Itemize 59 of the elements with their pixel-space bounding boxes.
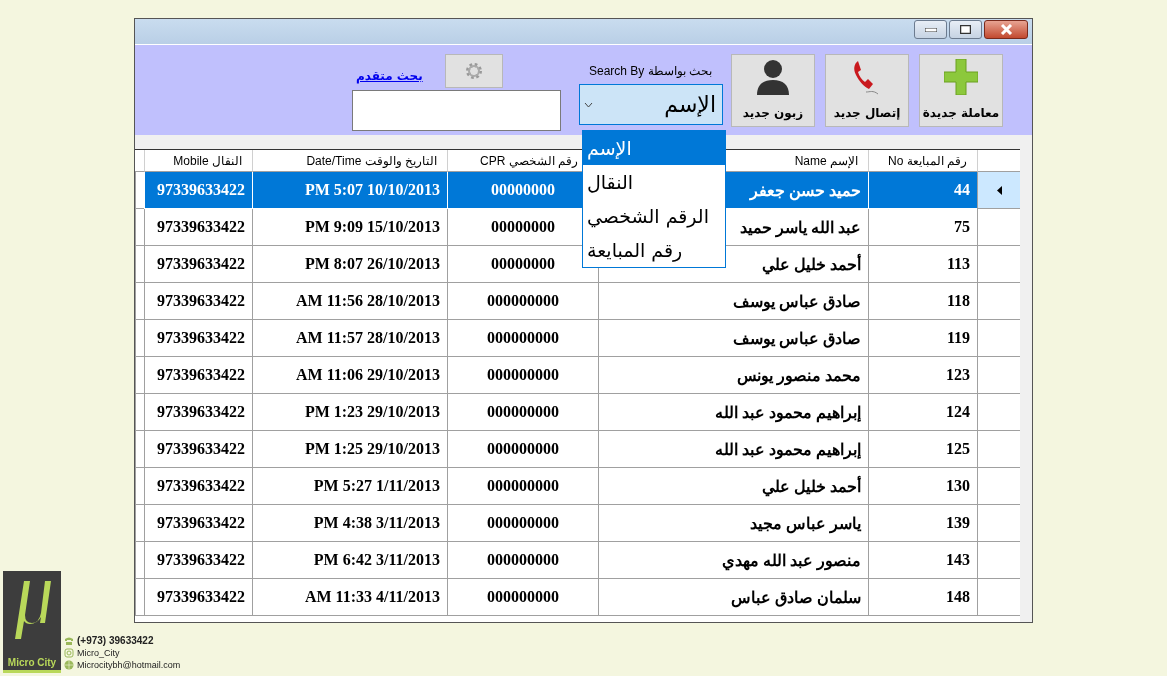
table-cell: AM 11:33 4/11/2013 [252, 579, 447, 616]
table-cell: 97339633422 [144, 283, 252, 320]
table-cell: 97339633422 [144, 542, 252, 579]
table-cell: 97339633422 [144, 431, 252, 468]
contact-text: Micro_City [77, 647, 120, 658]
table-cell: 139 [868, 505, 977, 542]
table-cell: 97339633422 [144, 320, 252, 357]
contact-text: Microcitybh@hotmail.com [77, 659, 181, 670]
table-cell: 000000000 [447, 357, 598, 394]
table-cell: إبراهيم محمود عبد الله [598, 394, 868, 431]
table-cell: AM 11:06 29/10/2013 [252, 357, 447, 394]
table-cell: 000000000 [447, 394, 598, 431]
table-cell: 75 [868, 209, 977, 246]
table-cell: PM 8:07 26/10/2013 [252, 246, 447, 283]
table-cell: محمد منصور يونس [598, 357, 868, 394]
table-cell: صادق عباس يوسف [598, 283, 868, 320]
contact-text: (+973) 39633422 [77, 635, 154, 646]
table-cell: PM 1:25 29/10/2013 [252, 431, 447, 468]
table-cell: 97339633422 [144, 209, 252, 246]
table-cell: منصور عبد الله مهدي [598, 542, 868, 579]
table-cell: 44 [868, 172, 977, 209]
table-cell: 000000000 [447, 542, 598, 579]
table-cell: 000000000 [447, 320, 598, 357]
table-cell: 143 [868, 542, 977, 579]
table-cell: 000000000 [447, 505, 598, 542]
table-cell: 97339633422 [144, 468, 252, 505]
table-cell: PM 6:42 3/11/2013 [252, 542, 447, 579]
table-cell: 130 [868, 468, 977, 505]
table-cell: 123 [868, 357, 977, 394]
table-cell: 97339633422 [144, 357, 252, 394]
table-cell: 125 [868, 431, 977, 468]
table-cell: سلمان صادق عباس [598, 579, 868, 616]
table-cell: صادق عباس يوسف [598, 320, 868, 357]
table-cell: 97339633422 [144, 394, 252, 431]
table-cell: AM 11:57 28/10/2013 [252, 320, 447, 357]
table-cell: إبراهيم محمود عبد الله [598, 431, 868, 468]
table-cell: 118 [868, 283, 977, 320]
table-cell: أحمد خليل علي [598, 468, 868, 505]
table-cell: 000000000 [447, 468, 598, 505]
table-cell: 97339633422 [144, 246, 252, 283]
search-by-label: بحث بواسطة Search By [588, 64, 712, 78]
table-cell: 97339633422 [144, 172, 252, 209]
table-cell: PM 5:07 10/10/2013 [252, 172, 447, 209]
table-cell: ياسر عباس مجيد [598, 505, 868, 542]
brand-name: Micro City [7, 657, 57, 668]
table-cell: 97339633422 [144, 505, 252, 542]
table-cell: 000000000 [447, 431, 598, 468]
table-cell: AM 11:56 28/10/2013 [252, 283, 447, 320]
table-cell: 124 [868, 394, 977, 431]
table-cell: 000000000 [447, 579, 598, 616]
table-cell: PM 9:09 15/10/2013 [252, 209, 447, 246]
table-cell: PM 5:27 1/11/2013 [252, 468, 447, 505]
table-cell: PM 1:23 29/10/2013 [252, 394, 447, 431]
table-cell: 000000000 [447, 283, 598, 320]
table-cell: 113 [868, 246, 977, 283]
table-cell: 148 [868, 579, 977, 616]
table-cell: 97339633422 [144, 579, 252, 616]
table-cell: 119 [868, 320, 977, 357]
table-cell: PM 4:38 3/11/2013 [252, 505, 447, 542]
